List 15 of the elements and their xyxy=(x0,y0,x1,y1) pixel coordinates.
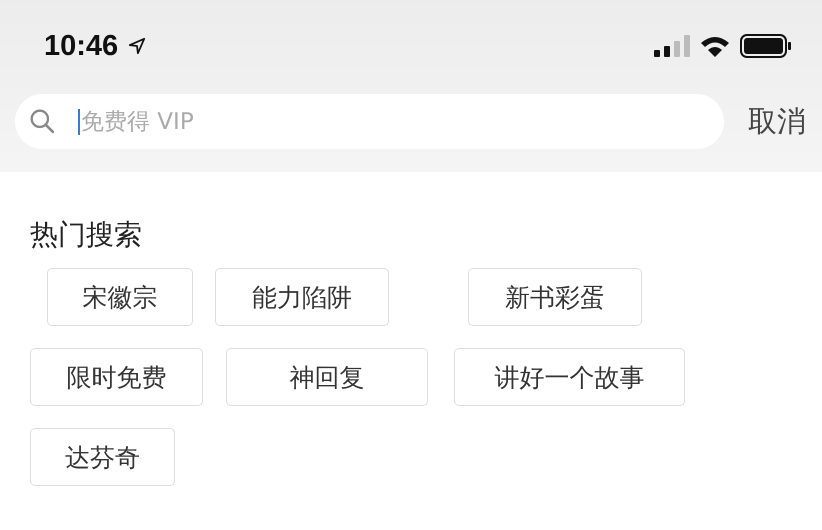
search-tag[interactable]: 限时免费 xyxy=(30,348,203,406)
section-title: 热门搜索 xyxy=(30,217,143,253)
status-time: 10:46 xyxy=(44,30,118,62)
signal-icon xyxy=(654,34,690,58)
search-tag[interactable]: 新书彩蛋 xyxy=(468,268,642,326)
cancel-button[interactable]: 取消 xyxy=(748,102,806,142)
search-tag[interactable]: 讲好一个故事 xyxy=(454,348,685,406)
wifi-icon xyxy=(700,35,730,57)
location-arrow-icon xyxy=(128,37,146,55)
search-tag[interactable]: 宋徽宗 xyxy=(47,268,193,326)
search-tag[interactable]: 能力陷阱 xyxy=(215,268,389,326)
search-field[interactable]: 免费得 VIP xyxy=(15,94,724,149)
search-tag[interactable]: 达芬奇 xyxy=(30,428,175,486)
battery-icon xyxy=(740,34,792,58)
search-tag[interactable]: 神回复 xyxy=(226,348,428,406)
